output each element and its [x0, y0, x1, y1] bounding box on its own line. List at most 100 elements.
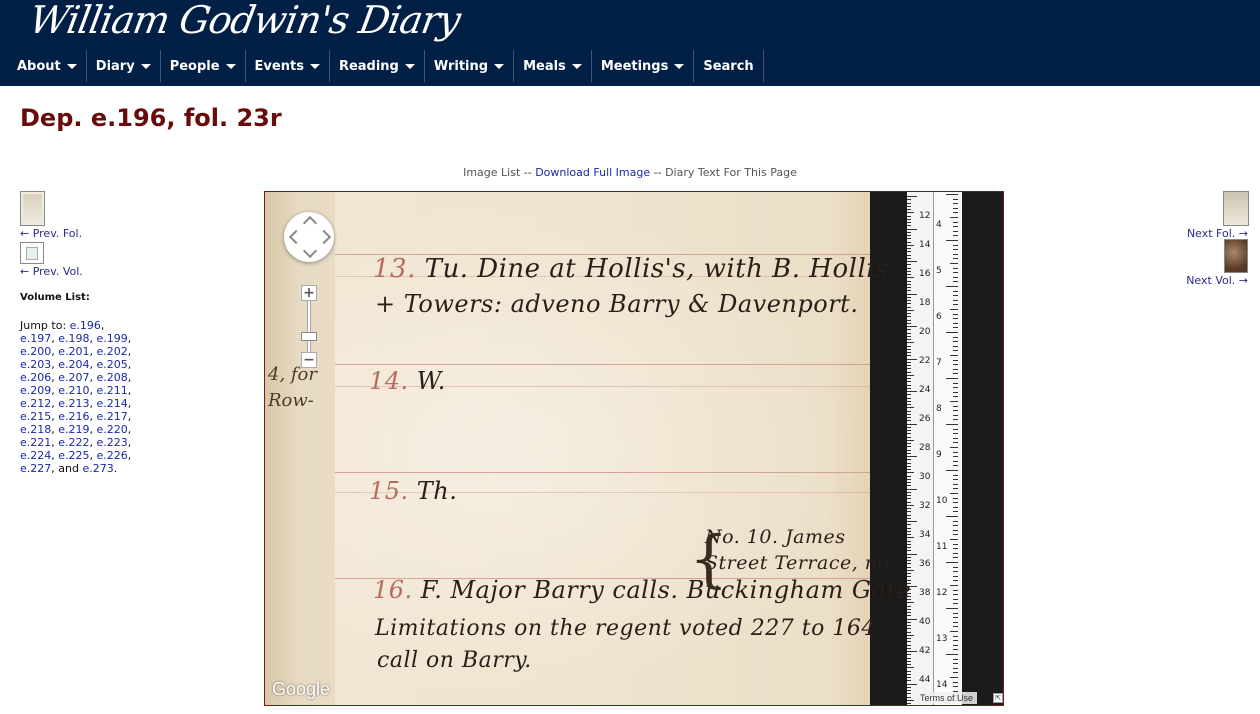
gutter-handwriting: 4, for Row- [268, 364, 317, 411]
volume-link[interactable]: e.225 [58, 449, 89, 462]
address-brace: { [689, 522, 729, 595]
ruler-tick [950, 493, 958, 494]
ruler-tick [950, 217, 958, 218]
volume-link[interactable]: e.273 [82, 462, 113, 475]
volume-link[interactable]: e.214 [97, 397, 128, 410]
volume-link[interactable]: e.217 [97, 410, 128, 423]
volume-link[interactable]: e.207 [58, 371, 89, 384]
separator: -- [520, 166, 536, 179]
nav-item-about[interactable]: About [8, 50, 87, 82]
zoom-in-icon[interactable]: + [301, 285, 317, 301]
diary-entry-line: + Towers: adveno Barry & Davenport. [375, 290, 858, 318]
ruler-tick [953, 414, 958, 416]
ruler-tick [907, 309, 914, 311]
volume-link[interactable]: e.210 [58, 384, 89, 397]
nav-item-search[interactable]: Search [694, 50, 764, 82]
manuscript-image-viewer[interactable]: 4, for Row- 12 14 16 18 20 22 24 26 28 30 32 34 36 38 4… [264, 191, 1004, 706]
ruler-tick [953, 681, 958, 683]
ruler-tick [907, 371, 911, 373]
volume-link[interactable]: e.203 [20, 358, 51, 371]
volume-link[interactable]: e.202 [97, 345, 128, 358]
volume-link[interactable]: e.208 [97, 371, 128, 384]
fullscreen-icon[interactable]: ⇱ [993, 693, 1003, 703]
ruler-tick [953, 391, 958, 393]
zoom-slider-track[interactable] [307, 301, 311, 352]
ruler-tick [950, 309, 958, 310]
volume-link[interactable]: e.198 [58, 332, 89, 345]
next-volume-thumbnail[interactable] [1224, 239, 1248, 273]
next-folio-thumbnail[interactable] [1223, 191, 1249, 226]
ruler-tick [907, 573, 911, 574]
ruler-tick [953, 295, 958, 297]
download-full-image-link[interactable]: Download Full Image [535, 166, 650, 179]
volume-link[interactable]: e.221 [20, 436, 51, 449]
volume-link[interactable]: e.199 [97, 332, 128, 345]
ruler-tick [907, 511, 911, 513]
volume-link[interactable]: e.224 [20, 449, 51, 462]
volume-link[interactable]: e.215 [20, 410, 51, 423]
image-list-link[interactable]: Image List [463, 166, 520, 179]
volume-link[interactable]: e.226 [97, 449, 128, 462]
volume-link[interactable]: e.227 [20, 462, 51, 475]
prev-volume-link[interactable]: ← Prev. Vol. [20, 265, 83, 278]
ruler-tick [953, 621, 958, 623]
zoom-slider-handle[interactable] [301, 332, 317, 341]
volume-link[interactable]: e.222 [58, 436, 89, 449]
diary-text-link[interactable]: Diary Text For This Page [665, 166, 797, 179]
caret-down-icon [404, 63, 415, 69]
volume-link[interactable]: e.220 [97, 423, 128, 436]
ruler-tick [907, 274, 911, 275]
and-word: and [54, 462, 83, 475]
ruler-tick [953, 575, 958, 577]
volume-link[interactable]: e.197 [20, 332, 51, 345]
volume-link[interactable]: e.219 [58, 423, 89, 436]
nav-item-meetings[interactable]: Meetings [592, 50, 695, 82]
volume-link[interactable]: e.205 [97, 358, 128, 371]
volume-link[interactable]: e.223 [97, 436, 128, 449]
volume-link[interactable]: e.209 [20, 384, 51, 397]
ruler-tick [907, 621, 911, 623]
ruler-tick [907, 319, 911, 321]
prev-folio-thumbnail[interactable] [20, 191, 45, 226]
ruler-label: 6 [936, 312, 942, 322]
ruler-tick [946, 424, 958, 425]
ruler-tick [953, 566, 958, 568]
prev-volume-thumbnail[interactable] [20, 242, 44, 264]
volume-link[interactable]: e.211 [97, 384, 128, 397]
nav-item-people[interactable]: People [161, 50, 246, 82]
volume-link[interactable]: e.218 [20, 423, 51, 436]
entry-text: Limitations on the regent voted 227 to 1… [375, 616, 876, 641]
nav-item-writing[interactable]: Writing [425, 50, 515, 82]
ruler-tick [953, 525, 958, 527]
volume-link[interactable]: e.201 [58, 345, 89, 358]
nav-item-label: Events [254, 58, 304, 74]
volume-link[interactable]: e.206 [20, 371, 51, 384]
ruler-tick [907, 352, 911, 353]
volume-link[interactable]: e.216 [58, 410, 89, 423]
nav-item-reading[interactable]: Reading [330, 50, 425, 82]
ruler-tick [950, 631, 958, 632]
ruler-tick [907, 647, 911, 649]
terms-of-use-link[interactable]: Terms of Use [916, 692, 978, 704]
prev-folio-link[interactable]: ← Prev. Fol. [20, 227, 82, 240]
ruler-tick [946, 516, 958, 517]
site-logo[interactable]: William Godwin's Diary [26, 0, 463, 42]
volume-link[interactable]: e.204 [58, 358, 89, 371]
volume-link[interactable]: e.213 [58, 397, 89, 410]
google-logo[interactable]: Google [272, 679, 330, 700]
ruler-label: 36 [919, 559, 931, 569]
volume-link[interactable]: e.200 [20, 345, 51, 358]
volume-link[interactable]: e.196 [70, 319, 101, 332]
volume-link[interactable]: e.212 [20, 397, 51, 410]
zoom-out-icon[interactable]: − [301, 352, 317, 368]
pan-control-icon[interactable] [284, 212, 334, 262]
ruler-tick [953, 203, 958, 205]
nav-item-meals[interactable]: Meals [514, 50, 592, 82]
ruler-label: 9 [936, 450, 942, 460]
separator: -- [650, 166, 666, 179]
ruler-tick [907, 404, 911, 405]
nav-item-label: Writing [433, 58, 489, 74]
nav-item-events[interactable]: Events [246, 50, 330, 82]
next-volume-link[interactable]: Next Vol. → [1186, 274, 1248, 287]
nav-item-diary[interactable]: Diary [87, 50, 161, 82]
